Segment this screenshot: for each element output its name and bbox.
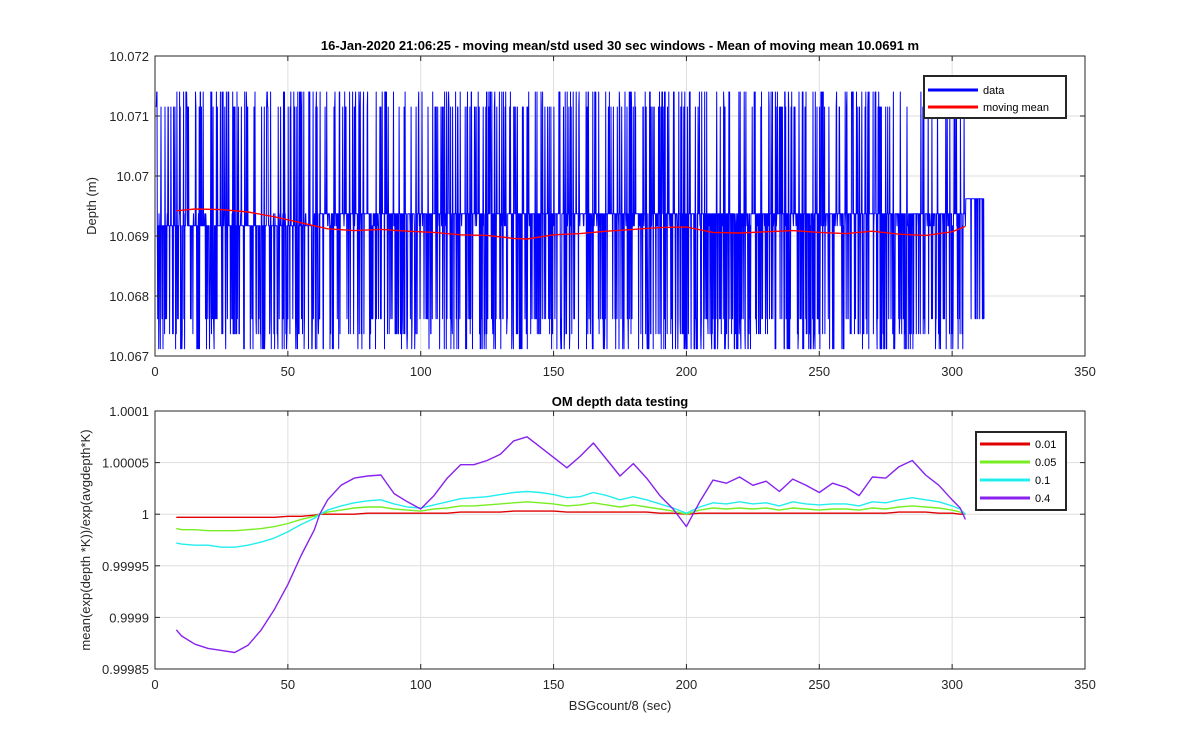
om-plot-ylabel: mean(exp(depth *K))/exp(avgdepth*K) (78, 429, 93, 650)
depth-plot-title: 16-Jan-2020 21:06:25 - moving mean/std u… (321, 38, 919, 53)
y-tick-label: 1.0001 (109, 404, 149, 419)
legend-label-0-05: 0.05 (1035, 457, 1056, 469)
y-tick-label: 0.9999 (109, 610, 149, 625)
x-tick-label: 300 (941, 364, 963, 379)
x-tick-label: 50 (281, 677, 295, 692)
y-tick-label: 10.069 (109, 229, 149, 244)
legend-label-0-01: 0.01 (1035, 439, 1056, 451)
om-plot-area (155, 411, 1085, 669)
x-tick-label: 50 (281, 364, 295, 379)
legend-label-data: data (983, 85, 1005, 97)
y-tick-label: 0.99995 (102, 559, 149, 574)
x-tick-label: 250 (808, 677, 830, 692)
y-tick-label: 10.072 (109, 49, 149, 64)
om-plot-legend: 0.01 0.05 0.1 0.4 (975, 431, 1067, 511)
x-tick-label: 100 (410, 677, 432, 692)
x-tick-label: 350 (1074, 364, 1096, 379)
y-tick-label: 0.99985 (102, 662, 149, 677)
depth-plot-ylabel: Depth (m) (84, 177, 99, 235)
om-plot-title: OM depth data testing (552, 394, 689, 409)
y-tick-label: 1.00005 (102, 456, 149, 471)
depth-plot-legend: data moving mean (923, 75, 1067, 119)
x-tick-label: 200 (676, 364, 698, 379)
depth-plot-axes: 0 50 100 150 200 250 300 350 10.067 10.068 10.069 1… (84, 38, 1096, 379)
legend-label-0-1: 0.1 (1035, 475, 1050, 487)
x-tick-label: 150 (543, 364, 565, 379)
y-tick-label: 10.067 (109, 349, 149, 364)
y-tick-label: 10.07 (116, 169, 149, 184)
om-plot-xlabel: BSGcount/8 (sec) (569, 698, 672, 713)
x-tick-label: 0 (151, 364, 158, 379)
x-tick-label: 100 (410, 364, 432, 379)
legend-label-0-4: 0.4 (1035, 493, 1050, 505)
x-tick-label: 300 (941, 677, 963, 692)
x-tick-label: 350 (1074, 677, 1096, 692)
y-tick-label: 1 (142, 507, 149, 522)
x-tick-label: 0 (151, 677, 158, 692)
x-tick-label: 200 (676, 677, 698, 692)
legend-label-moving-mean: moving mean (983, 102, 1049, 114)
x-tick-label: 250 (808, 364, 830, 379)
figure: 0 50 100 150 200 250 300 35010.06710.06810.0691… (78, 38, 1096, 713)
y-tick-label: 10.068 (109, 289, 149, 304)
om-plot-axes: 0 50 100 150 200 250 300 350 0.99985 0.9999 0.9999… (78, 394, 1096, 713)
y-tick-label: 10.071 (109, 109, 149, 124)
x-tick-label: 150 (543, 677, 565, 692)
